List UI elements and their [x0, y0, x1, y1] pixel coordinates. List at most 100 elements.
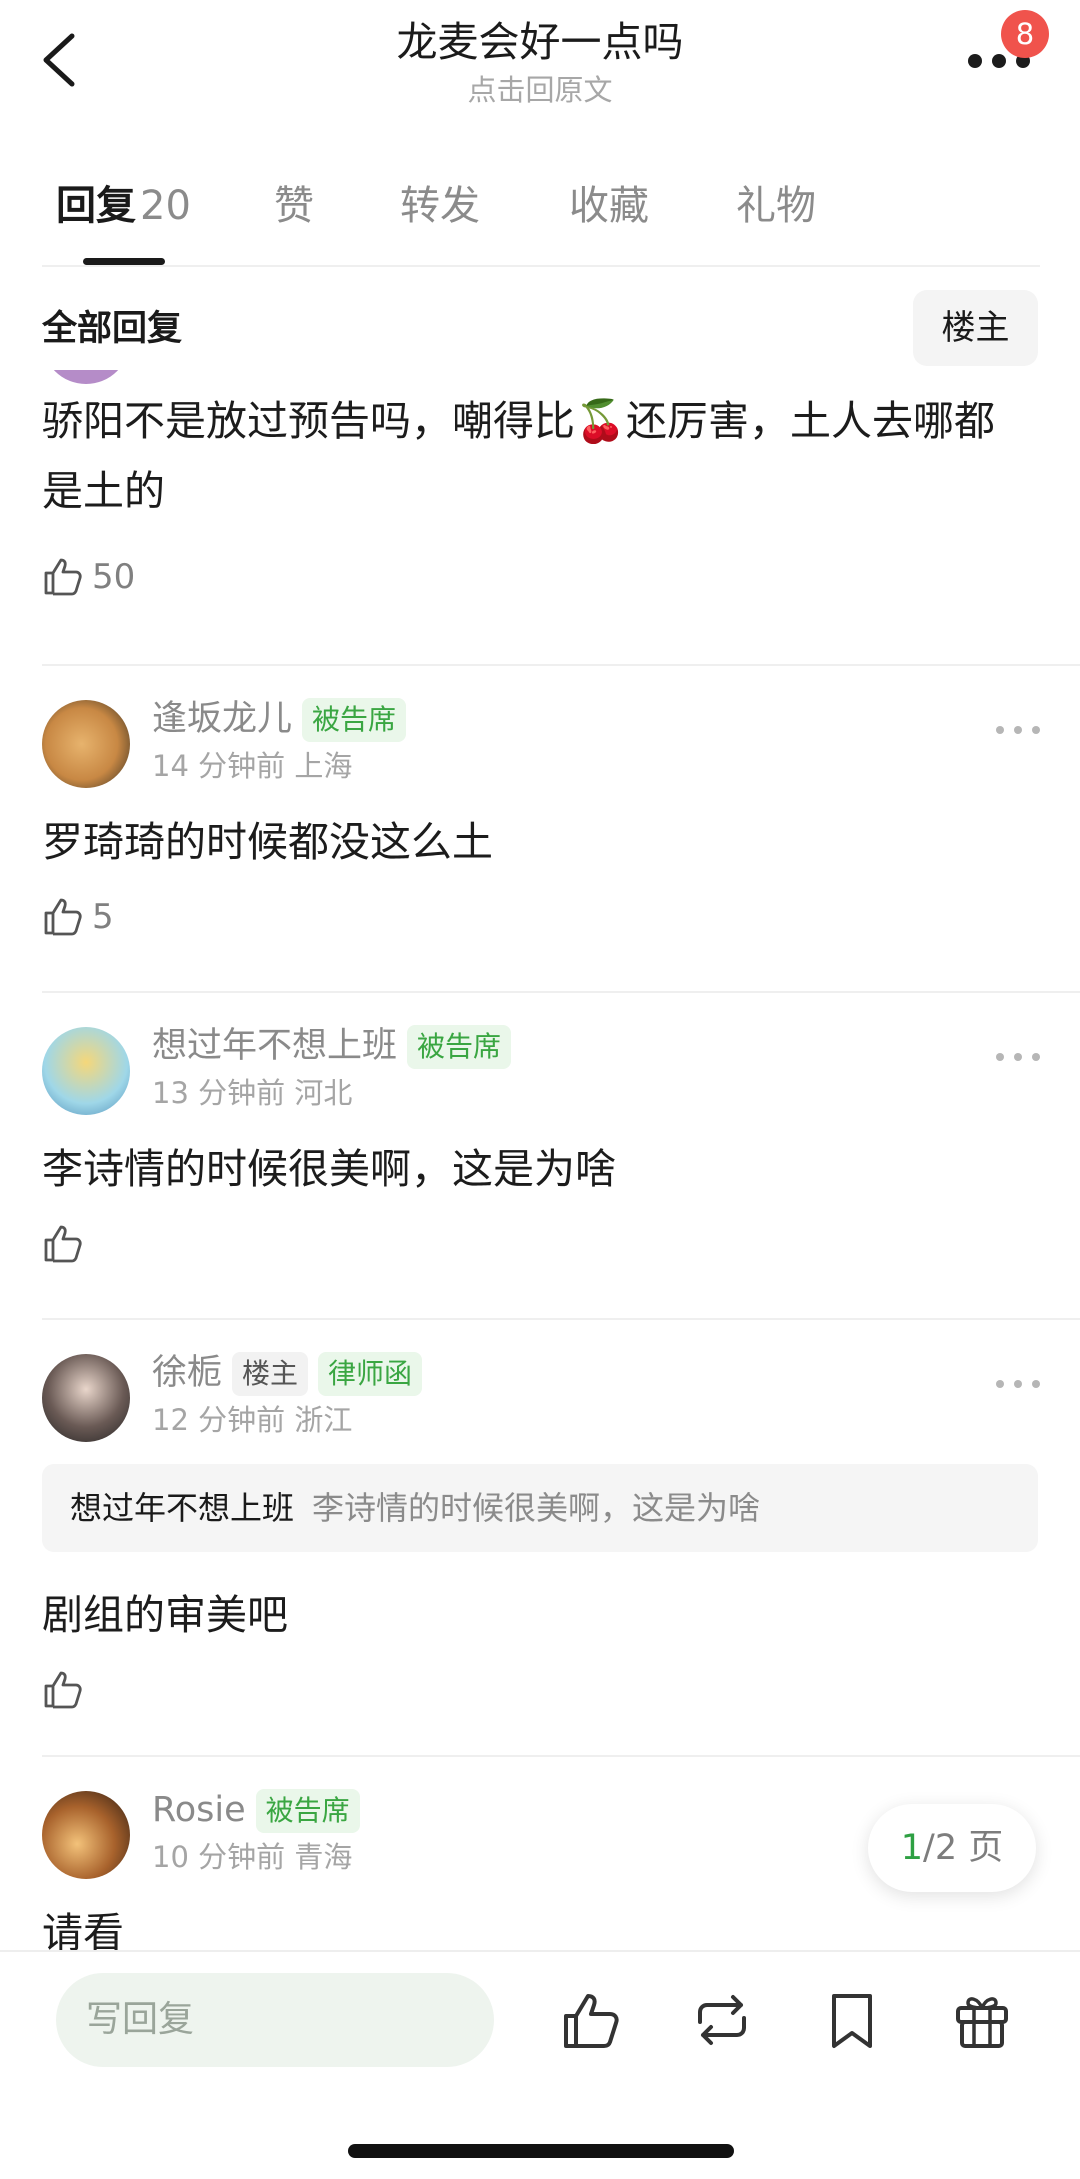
back-arrow-icon	[43, 33, 75, 87]
more-dots-icon	[996, 726, 1004, 734]
user-tag: 律师函	[318, 1352, 423, 1396]
more-dots-icon	[968, 54, 982, 68]
total-pages: /2 页	[923, 1828, 1004, 1868]
tab-replies-count: 20	[140, 183, 191, 229]
avatar[interactable]	[42, 370, 130, 384]
title-block[interactable]: 龙麦会好一点吗 点击回原文	[200, 14, 880, 110]
repost-icon	[698, 1995, 746, 2045]
reply-location: 浙江	[294, 1403, 353, 1437]
user-tag: 被告席	[255, 1789, 360, 1833]
reply-time: 10 分钟前	[152, 1840, 286, 1874]
weibo-comment-page: 龙麦会好一点吗 点击回原文 8 回复 20 赞 转发 收藏 礼物 全部回复 楼主 …	[0, 0, 1080, 2179]
reply-meta: 10 分钟前 青海	[152, 1837, 352, 1877]
like-count: 5	[92, 897, 114, 937]
more-dot	[1014, 726, 1022, 734]
thumbs-up-icon	[44, 898, 82, 936]
tab-replies-label: 回复	[56, 183, 136, 229]
quoted-reply[interactable]: 想过年不想上班 李诗情的时候很美啊，这是为啥	[42, 1464, 1038, 1552]
thumbs-up-icon	[564, 1994, 619, 2048]
reply-location: 上海	[294, 749, 353, 783]
reply-time: 13 分钟前	[152, 1076, 286, 1110]
more-dot	[1014, 1380, 1022, 1388]
reply-input[interactable]: 写回复	[56, 1973, 494, 2067]
tab-replies[interactable]: 回复 20	[56, 176, 191, 236]
avatar[interactable]	[42, 1791, 130, 1879]
reply-text: 请看	[42, 1909, 124, 1950]
reply-author[interactable]: 想过年不想上班 被告席	[152, 1023, 512, 1069]
reply-author[interactable]: Rosie 被告席	[152, 1787, 360, 1833]
gift-button[interactable]	[950, 1988, 1014, 2052]
avatar[interactable]	[42, 700, 130, 788]
tab-favorites[interactable]: 收藏	[569, 176, 649, 236]
active-tab-indicator	[83, 258, 165, 265]
post-title: 龙麦会好一点吗	[396, 18, 684, 66]
more-dot	[992, 54, 1006, 68]
quoted-text: 李诗情的时候很美啊，这是为啥	[312, 1489, 761, 1527]
reply-time: 14 分钟前	[152, 749, 286, 783]
reply-location: 河北	[294, 1076, 353, 1110]
tab-gifts[interactable]: 礼物	[736, 176, 816, 236]
like-post-button[interactable]	[560, 1988, 624, 2052]
thumbs-up-icon	[44, 1225, 82, 1263]
current-page: 1	[900, 1828, 924, 1868]
tab-divider	[42, 265, 1040, 267]
tab-likes[interactable]: 赞	[274, 176, 314, 236]
avatar[interactable]	[42, 1354, 130, 1442]
reply-time: 12 分钟前	[152, 1403, 286, 1437]
reply-list[interactable]: 骄阳不是放过预告吗，嘲得比🍒还厉害，土人去哪都是土的 50 逢坂龙儿 被告席 14…	[0, 370, 1080, 1950]
reply-item: 骄阳不是放过预告吗，嘲得比🍒还厉害，土人去哪都是土的 50	[0, 370, 1080, 675]
more-dots-icon	[996, 1380, 1004, 1388]
notification-badge: 8	[1001, 10, 1049, 58]
tab-bar: 回复 20 赞 转发 收藏 礼物	[0, 176, 1080, 266]
username: 徐栀	[152, 1353, 223, 1393]
reply-more-button[interactable]	[996, 720, 1040, 740]
username: 逢坂龙儿	[152, 699, 293, 739]
reply-meta: 12 分钟前 浙江	[152, 1400, 352, 1440]
top-bar: 龙麦会好一点吗 点击回原文 8	[0, 0, 1080, 130]
user-tag: 被告席	[302, 698, 407, 742]
divider	[42, 664, 1080, 666]
divider	[42, 991, 1080, 993]
reply-text: 李诗情的时候很美啊，这是为啥	[42, 1145, 616, 1193]
page-indicator[interactable]: 1/2 页	[868, 1804, 1036, 1892]
more-dots-icon	[996, 1053, 1004, 1061]
divider	[42, 1755, 1080, 1757]
tab-reposts[interactable]: 转发	[400, 176, 480, 236]
gift-icon	[956, 1997, 1008, 2048]
like-count: 50	[92, 557, 136, 597]
avatar[interactable]	[42, 1027, 130, 1115]
reply-text: 罗琦琦的时候都没这么土	[42, 818, 493, 866]
thumbs-up-icon	[44, 558, 82, 596]
more-dot	[1032, 1053, 1040, 1061]
reply-meta: 14 分钟前 上海	[152, 746, 352, 786]
back-to-original-link[interactable]: 点击回原文	[200, 70, 880, 110]
reply-location: 青海	[294, 1840, 353, 1874]
more-dot	[1014, 1053, 1022, 1061]
repost-button[interactable]	[690, 1988, 754, 2052]
op-only-button[interactable]: 楼主	[913, 290, 1038, 366]
home-indicator[interactable]	[348, 2144, 734, 2158]
reply-author[interactable]: 逢坂龙儿 被告席	[152, 696, 407, 742]
reply-text: 骄阳不是放过预告吗，嘲得比🍒还厉害，土人去哪都是土的	[42, 397, 996, 515]
op-tag: 楼主	[232, 1352, 309, 1396]
reply-more-button[interactable]	[996, 1374, 1040, 1394]
user-tag: 被告席	[407, 1025, 512, 1069]
username: 想过年不想上班	[152, 1026, 398, 1066]
all-replies-filter[interactable]: 全部回复	[42, 304, 182, 354]
back-button[interactable]	[36, 28, 86, 92]
reply-more-button[interactable]	[996, 1047, 1040, 1067]
reply-item: 逢坂龙儿 被告席 14 分钟前 上海 罗琦琦的时候都没这么土 5	[0, 698, 1080, 990]
reply-meta: 13 分钟前 河北	[152, 1073, 352, 1113]
reply-item: 徐栀 楼主 律师函 12 分钟前 浙江 想过年不想上班 李诗情的时候很美啊，这是为啥 …	[0, 1352, 1080, 1754]
thumbs-up-icon	[44, 1671, 82, 1709]
reply-item: 想过年不想上班 被告席 13 分钟前 河北 李诗情的时候很美啊，这是为啥	[0, 1025, 1080, 1317]
username: Rosie	[152, 1790, 246, 1830]
bookmark-icon	[832, 1994, 872, 2048]
quoted-username: 想过年不想上班	[70, 1489, 295, 1527]
more-dot	[1032, 1380, 1040, 1388]
favorite-button[interactable]	[820, 1988, 884, 2052]
reply-text: 剧组的审美吧	[42, 1591, 288, 1639]
divider	[42, 1318, 1080, 1320]
more-dot	[1032, 726, 1040, 734]
reply-author[interactable]: 徐栀 楼主 律师函	[152, 1350, 423, 1396]
